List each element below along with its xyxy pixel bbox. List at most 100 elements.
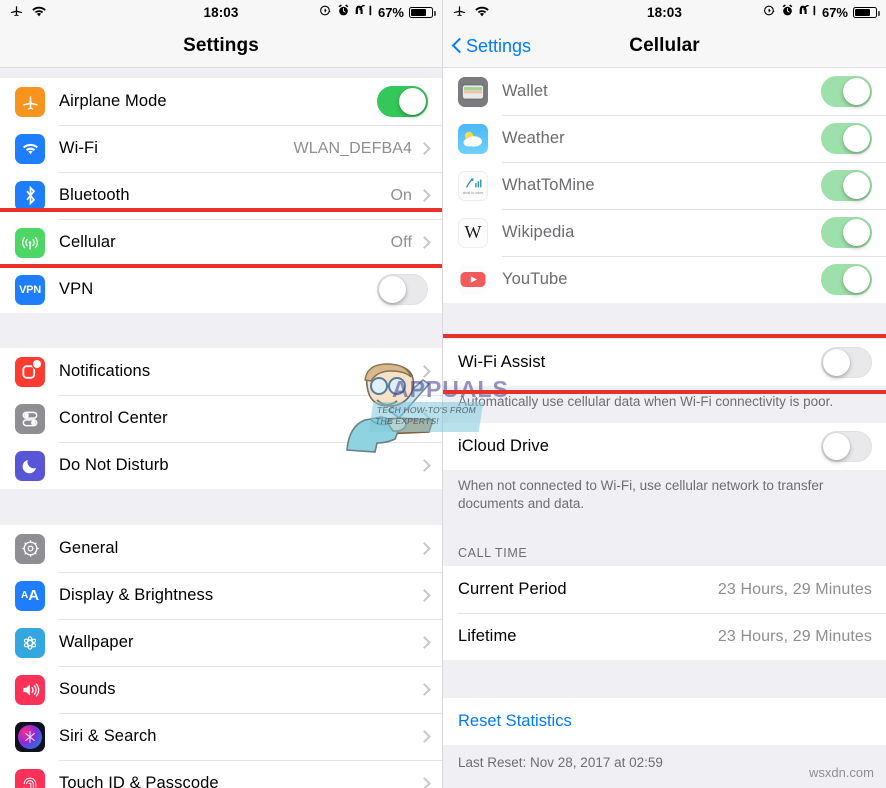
- whattomine-cellular-toggle[interactable]: [821, 170, 872, 201]
- page-title: Cellular: [629, 34, 700, 56]
- whattomine-icon: what to mine: [458, 170, 488, 201]
- wikipedia-cellular-toggle[interactable]: [821, 217, 872, 248]
- chevron-right-icon: [418, 459, 431, 472]
- status-bar-right-icons: 67%: [763, 4, 880, 20]
- chevron-right-icon: [418, 189, 431, 202]
- list-item-label: Wallet: [502, 82, 548, 100]
- airplane-mode-toggle[interactable]: [377, 86, 428, 117]
- dual-screenshot: 18:03 67% Settings Airplane Mode Wi-Fi W…: [0, 0, 886, 788]
- left-phone-settings-screen: 18:03 67% Settings Airplane Mode Wi-Fi W…: [0, 0, 443, 788]
- touch-id-icon: [15, 768, 45, 788]
- bluetooth-icon: [15, 180, 45, 211]
- sidebar-item-touch-id-passcode[interactable]: Touch ID & Passcode: [0, 760, 442, 788]
- chevron-right-icon: [418, 589, 431, 602]
- battery-percent-label: 67%: [377, 4, 404, 20]
- headphones-icon: [799, 4, 817, 20]
- icloud-drive-group: iCloud Drive: [443, 422, 886, 470]
- sidebar-item-display-brightness[interactable]: AA Display & Brightness: [0, 572, 442, 619]
- chevron-right-icon: [418, 412, 431, 425]
- status-bar-right-icons: 67%: [319, 4, 436, 20]
- sidebar-item-siri-search[interactable]: Siri & Search: [0, 713, 442, 760]
- sidebar-item-label: VPN: [59, 280, 94, 298]
- site-watermark: wsxdn.com: [808, 765, 874, 780]
- reset-statistics-group: Reset Statistics: [443, 698, 886, 746]
- do-not-disturb-icon: [15, 450, 45, 481]
- sidebar-item-label: Sounds: [59, 680, 116, 698]
- icloud-drive-toggle[interactable]: [821, 430, 872, 462]
- notifications-icon: [15, 356, 45, 387]
- call-time-header: CALL TIME: [443, 524, 886, 567]
- sidebar-item-label: Wi-Fi: [59, 139, 98, 157]
- call-time-row-label: Lifetime: [458, 627, 517, 646]
- chevron-right-icon: [418, 777, 431, 788]
- sidebar-item-wifi[interactable]: Wi-Fi WLAN_DEFBA4: [0, 125, 442, 172]
- icloud-drive-row[interactable]: iCloud Drive: [443, 422, 886, 470]
- wifi-assist-group: Wi-Fi Assist: [443, 339, 886, 386]
- youtube-cellular-toggle[interactable]: [821, 264, 872, 295]
- wallet-cellular-toggle[interactable]: [821, 76, 872, 107]
- sidebar-item-label: Wallpaper: [59, 633, 134, 651]
- bluetooth-state-value: On: [390, 186, 412, 204]
- sidebar-item-wallpaper[interactable]: Wallpaper: [0, 619, 442, 666]
- list-item[interactable]: Wallet: [443, 68, 886, 115]
- gear-icon: [15, 533, 45, 564]
- sidebar-item-label: Touch ID & Passcode: [59, 774, 219, 788]
- weather-cellular-toggle[interactable]: [821, 123, 872, 154]
- reset-statistics-row[interactable]: Reset Statistics: [443, 698, 886, 746]
- chevron-right-icon: [418, 365, 431, 378]
- sidebar-item-vpn[interactable]: VPN VPN: [0, 266, 442, 313]
- settings-group-general: General AA Display & Brightness Wallpape…: [0, 525, 442, 788]
- right-phone-cellular-screen: 18:03 67% Settings Cellular Wallet Weath…: [443, 0, 886, 788]
- back-button-label: Settings: [466, 35, 532, 56]
- sidebar-item-do-not-disturb[interactable]: Do Not Disturb: [0, 442, 442, 489]
- sidebar-item-cellular[interactable]: Cellular Off: [0, 219, 442, 266]
- cellular-data-apps-group: Wallet Weather what to mine WhatToMine W…: [443, 68, 886, 303]
- cellular-icon: [15, 227, 45, 258]
- vpn-toggle[interactable]: [377, 274, 428, 305]
- list-item[interactable]: YouTube: [443, 256, 886, 303]
- sidebar-item-control-center[interactable]: Control Center: [0, 395, 442, 442]
- wifi-assist-toggle[interactable]: [821, 347, 872, 378]
- sidebar-item-label: Display & Brightness: [59, 586, 214, 604]
- table-row: Lifetime 23 Hours, 29 Minutes: [443, 613, 886, 661]
- wifi-assist-footer: Automatically use cellular data when Wi-…: [443, 386, 886, 423]
- sidebar-item-airplane-mode[interactable]: Airplane Mode: [0, 78, 442, 125]
- wifi-assist-label: Wi-Fi Assist: [458, 353, 546, 371]
- sidebar-item-label: Notifications: [59, 362, 151, 380]
- display-brightness-icon: AA: [15, 580, 45, 611]
- nav-bar-left: Settings: [0, 24, 442, 68]
- settings-list[interactable]: Airplane Mode Wi-Fi WLAN_DEFBA4 Bluetoot: [0, 68, 442, 788]
- sidebar-item-label: General: [59, 539, 119, 557]
- table-row: Current Period 23 Hours, 29 Minutes: [443, 566, 886, 614]
- group-gap-b: [443, 660, 886, 699]
- alarm-clock-icon: [337, 4, 350, 20]
- cellular-list[interactable]: Wallet Weather what to mine WhatToMine W…: [443, 68, 886, 788]
- group-gap-2: [0, 489, 442, 525]
- battery-percent-label: 67%: [821, 4, 848, 20]
- settings-group-connectivity: Airplane Mode Wi-Fi WLAN_DEFBA4 Bluetoot: [0, 78, 442, 313]
- chevron-right-icon: [418, 236, 431, 249]
- wifi-icon: [15, 133, 45, 164]
- list-item[interactable]: Weather: [443, 115, 886, 162]
- location-services-icon: [763, 4, 776, 20]
- sidebar-item-bluetooth[interactable]: Bluetooth On: [0, 172, 442, 219]
- chevron-right-icon: [418, 142, 431, 155]
- sidebar-item-label: Bluetooth: [59, 186, 130, 204]
- sidebar-item-label: Do Not Disturb: [59, 456, 169, 474]
- list-item[interactable]: what to mine WhatToMine: [443, 162, 886, 209]
- wallpaper-icon: [15, 627, 45, 658]
- wifi-assist-row[interactable]: Wi-Fi Assist: [443, 339, 886, 386]
- sidebar-item-sounds[interactable]: Sounds: [0, 666, 442, 713]
- youtube-icon: [458, 264, 488, 295]
- back-button-settings[interactable]: Settings: [452, 24, 531, 68]
- group-gap-1: [0, 313, 442, 348]
- list-item[interactable]: W Wikipedia: [443, 209, 886, 256]
- headphones-icon: [355, 4, 373, 20]
- sidebar-item-notifications[interactable]: Notifications: [0, 348, 442, 395]
- sidebar-item-general[interactable]: General: [0, 525, 442, 572]
- airplane-icon: [15, 86, 45, 117]
- icloud-drive-footer: When not connected to Wi-Fi, use cellula…: [443, 469, 886, 525]
- icloud-drive-label: iCloud Drive: [458, 436, 550, 455]
- control-center-icon: [15, 403, 45, 434]
- settings-group-notifications: Notifications Control Center Do Not Dist…: [0, 348, 442, 489]
